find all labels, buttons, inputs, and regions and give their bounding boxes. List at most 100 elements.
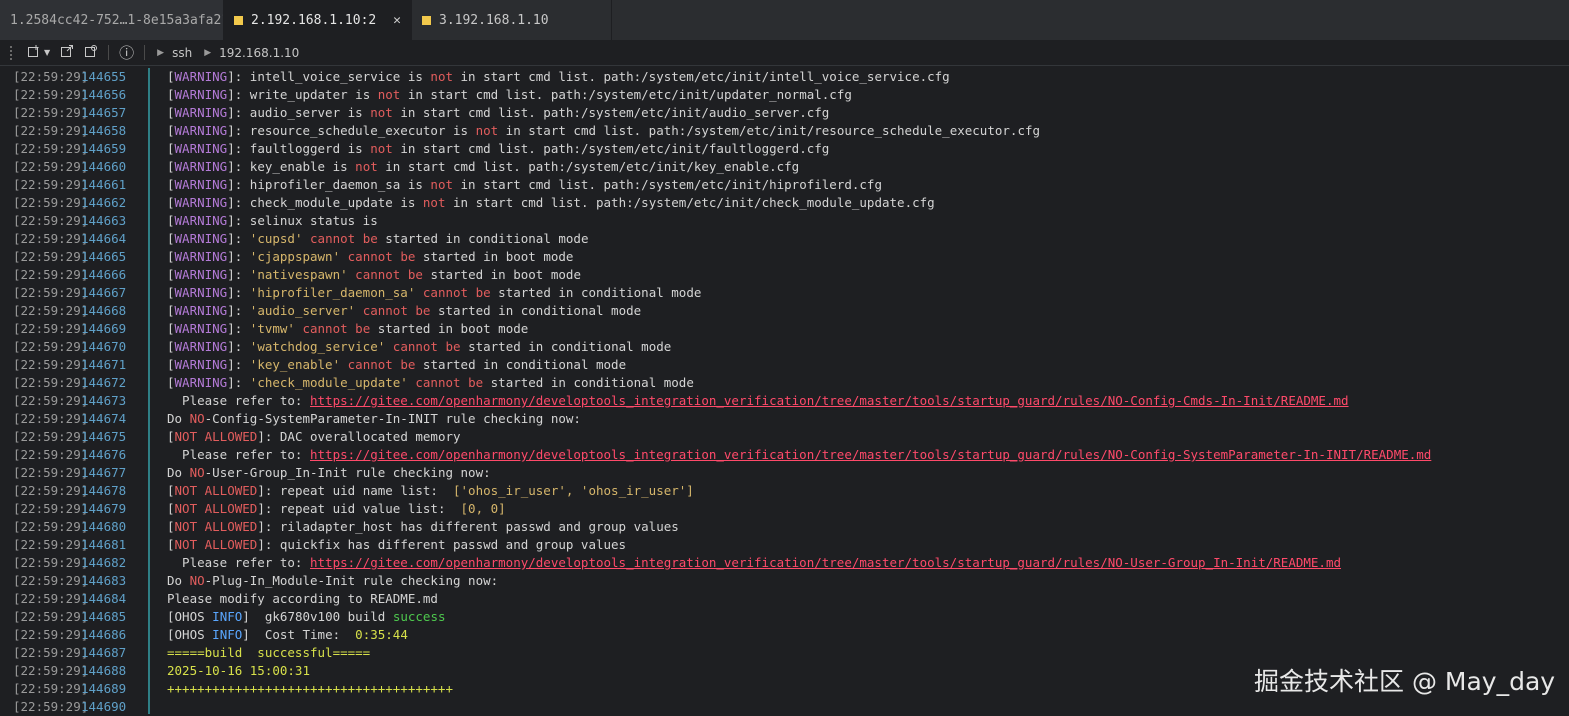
warning-tag: WARNING bbox=[174, 321, 228, 336]
log-line-number: 144677 bbox=[81, 465, 127, 480]
log-message: [NOT ALLOWED]: repeat uid name list: ['o… bbox=[167, 483, 694, 498]
service-name: audio_server bbox=[249, 105, 341, 120]
start-mode: conditional mode bbox=[573, 375, 694, 390]
log-text: cannot bbox=[392, 339, 438, 354]
service-name: 'key_enable' bbox=[249, 357, 341, 372]
log-text: DAC overallocated memory bbox=[279, 429, 461, 444]
log-message: Please modify according to README.md bbox=[167, 590, 438, 608]
log-message: 2025-10-16 15:00:31 bbox=[167, 662, 310, 680]
info-icon[interactable]: ⓘ bbox=[119, 42, 134, 63]
session-status-icon bbox=[234, 15, 243, 25]
log-line-number: 144673 bbox=[81, 393, 127, 408]
log-message: [NOT ALLOWED]: repeat uid value list: [0… bbox=[167, 501, 506, 516]
start-mode: boot mode bbox=[513, 267, 581, 282]
tab-session-3[interactable]: 3.192.168.1.10 bbox=[412, 0, 612, 40]
log-text: Please refer to: bbox=[167, 393, 310, 408]
log-text: cannot bbox=[347, 357, 393, 372]
log-text: rule checking now: bbox=[437, 411, 581, 426]
log-line-number: 144685 bbox=[81, 609, 127, 624]
log-timestamp: [22:59:29] bbox=[13, 285, 89, 300]
log-text: is bbox=[400, 69, 431, 84]
log-text: repeat uid name list: bbox=[279, 483, 453, 498]
log-message: Do NO-Config-SystemParameter-In-INIT rul… bbox=[167, 410, 581, 428]
log-text: selinux status is bbox=[249, 213, 378, 228]
log-timestamp: [22:59:29] bbox=[13, 519, 89, 534]
tab-session-1[interactable]: 1.2584cc42-752…1-8e15a3afa21e bbox=[0, 0, 224, 40]
log-timestamp: [22:59:29] bbox=[13, 321, 89, 336]
log-timestamp: [22:59:29] bbox=[13, 411, 89, 426]
config-path: /system/etc/init/audio_server.cfg bbox=[580, 105, 830, 120]
warning-tag: WARNING bbox=[174, 159, 228, 174]
log-message: [WARNING]: 'cupsd' cannot be started in … bbox=[167, 231, 589, 246]
readme-link[interactable]: https://gitee.com/openharmony/developtoo… bbox=[310, 555, 1341, 570]
warning-tag: WARNING bbox=[174, 231, 228, 246]
log-text: rule checking now: bbox=[355, 573, 499, 588]
tab-session-2[interactable]: 2.192.168.1.10:2 ✕ bbox=[224, 0, 412, 40]
reconnect-icon[interactable] bbox=[84, 44, 98, 62]
log-message: [WARNING]: selinux status is bbox=[167, 213, 378, 228]
log-text: Please modify according to README.md bbox=[167, 591, 438, 606]
log-timestamp: [22:59:29] bbox=[13, 123, 89, 138]
drag-handle-icon[interactable] bbox=[10, 45, 17, 60]
config-path: /system/etc/init/hiprofilerd.cfg bbox=[641, 177, 882, 192]
log-message: [WARNING]: key_enable is not in start cm… bbox=[167, 159, 800, 174]
start-mode: conditional mode bbox=[468, 231, 589, 246]
warning-tag: WARNING bbox=[174, 123, 228, 138]
log-message: Please refer to: https://gitee.com/openh… bbox=[167, 554, 1341, 572]
build-result: success bbox=[392, 609, 446, 624]
log-message: Please refer to: https://gitee.com/openh… bbox=[167, 392, 1349, 410]
log-text: is bbox=[347, 87, 378, 102]
log-line-number: 144663 bbox=[81, 213, 127, 228]
close-icon[interactable]: ✕ bbox=[393, 13, 401, 28]
config-path: /system/etc/init/updater_normal.cfg bbox=[588, 87, 852, 102]
new-session-icon[interactable] bbox=[27, 44, 41, 62]
log-text: NO bbox=[189, 465, 205, 480]
log-line-number: 144689 bbox=[81, 681, 127, 696]
log-text: started in bbox=[483, 375, 574, 390]
service-name: 'hiprofiler_daemon_sa' bbox=[249, 285, 416, 300]
readme-link[interactable]: https://gitee.com/openharmony/developtoo… bbox=[310, 393, 1349, 408]
log-message: [WARNING]: 'key_enable' cannot be starte… bbox=[167, 357, 627, 372]
log-line-number: 144659 bbox=[81, 141, 127, 156]
log-text: in start cmd list. path: bbox=[392, 105, 581, 120]
session-status-icon bbox=[422, 15, 431, 25]
chevron-down-icon[interactable]: ▼ bbox=[44, 48, 50, 57]
build-result: 0:35:44 bbox=[355, 627, 408, 642]
log-timestamp: [22:59:29] bbox=[13, 69, 89, 84]
log-text: cannot bbox=[422, 285, 469, 300]
not-allowed-tag: NOT ALLOWED bbox=[174, 501, 258, 516]
log-message: [OHOS INFO] gk6780v100 build success bbox=[167, 609, 446, 624]
log-timestamp: [22:59:29] bbox=[13, 339, 89, 354]
config-path: /system/etc/init/resource_schedule_execu… bbox=[686, 123, 1041, 138]
tab-bar: 1.2584cc42-752…1-8e15a3afa21e 2.192.168.… bbox=[0, 0, 1569, 40]
log-text: Do bbox=[167, 411, 190, 426]
warning-tag: WARNING bbox=[174, 87, 228, 102]
not-allowed-tag: NOT ALLOWED bbox=[174, 483, 258, 498]
tab-label: 3.192.168.1.10 bbox=[439, 12, 549, 28]
log-line-number: 144661 bbox=[81, 177, 127, 192]
log-line-number: 144679 bbox=[81, 501, 127, 516]
readme-link[interactable]: https://gitee.com/openharmony/developtoo… bbox=[310, 447, 1431, 462]
service-name: intell_voice_service bbox=[249, 69, 401, 84]
breadcrumb-host[interactable]: 192.168.1.10 bbox=[219, 46, 299, 60]
log-text: in start cmd list. path: bbox=[392, 141, 581, 156]
log-text: be bbox=[400, 249, 416, 264]
log-text: ++++++++++++++++++++++++++++++++++++++ bbox=[167, 681, 453, 696]
log-line-number: 144671 bbox=[81, 357, 127, 372]
log-text: started in bbox=[490, 285, 581, 300]
log-message: [WARNING]: 'cjappspawn' cannot be starte… bbox=[167, 249, 574, 264]
open-external-icon[interactable] bbox=[60, 44, 74, 62]
warning-tag: WARNING bbox=[174, 177, 228, 192]
log-text: cannot bbox=[347, 249, 393, 264]
log-message: [WARNING]: faultloggerd is not in start … bbox=[167, 141, 830, 156]
log-timestamp: [22:59:29] bbox=[13, 159, 89, 174]
ohos-tag: OHOS bbox=[174, 609, 205, 624]
log-text: started in bbox=[370, 321, 461, 336]
breadcrumb-protocol[interactable]: ssh bbox=[172, 46, 192, 60]
terminal-output[interactable]: [22:59:29] 144655 [WARNING]: intell_voice_… bbox=[0, 68, 1569, 714]
log-line-number: 144678 bbox=[81, 483, 127, 498]
log-timestamp: [22:59:29] bbox=[13, 375, 89, 390]
log-message: [WARNING]: check_module_update is not in… bbox=[167, 195, 935, 210]
log-text: not bbox=[370, 141, 393, 156]
log-text: is bbox=[445, 123, 476, 138]
